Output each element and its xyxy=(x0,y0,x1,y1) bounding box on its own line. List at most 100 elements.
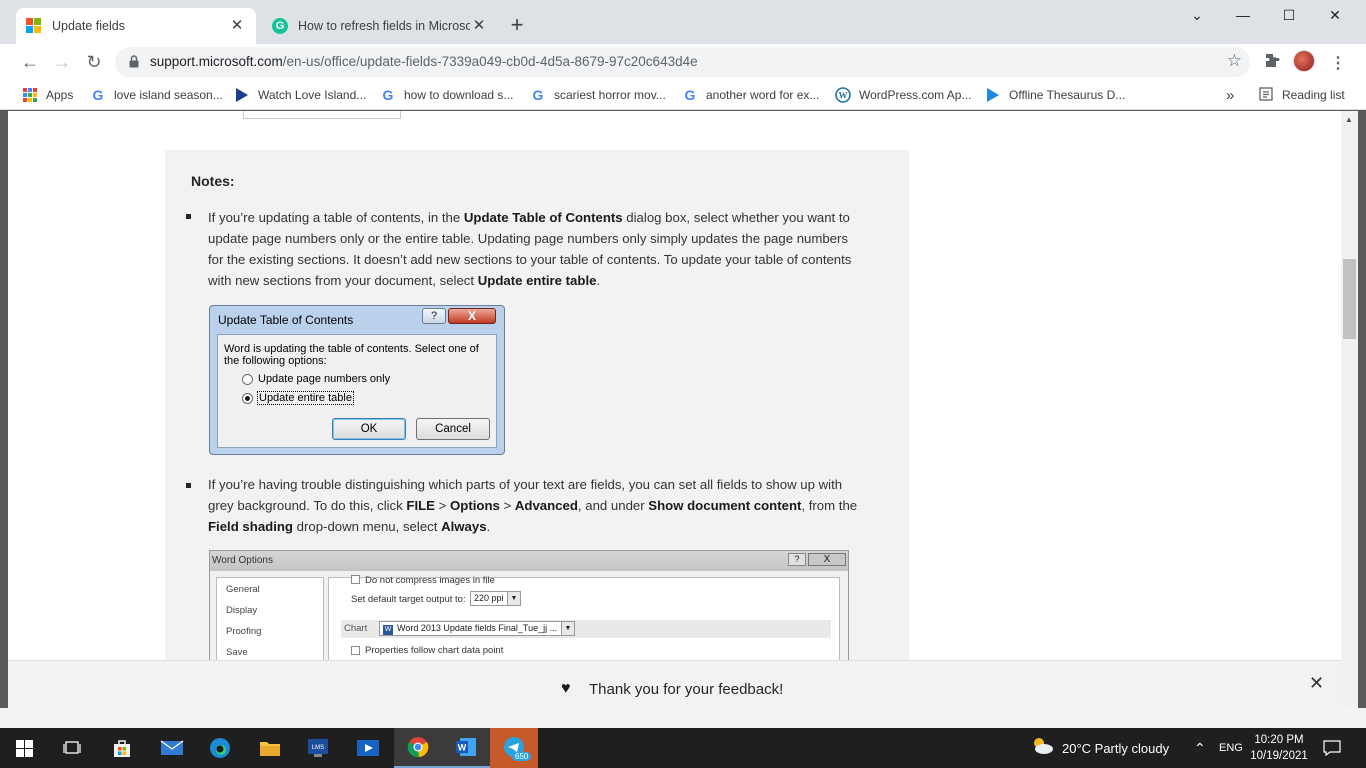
notification-icon[interactable] xyxy=(1323,728,1341,768)
weather-widget[interactable]: 20°C Partly cloudy xyxy=(1030,728,1169,768)
mail-icon[interactable] xyxy=(148,728,196,768)
svg-text:W: W xyxy=(458,743,467,753)
tab-close-icon[interactable]: ✕ xyxy=(470,17,488,35)
bullet-icon xyxy=(186,483,191,488)
word-options-sidebar: General Display Proofing Save xyxy=(216,577,324,660)
play-icon xyxy=(985,87,1001,103)
dialog-title: Update Table of Contents xyxy=(218,313,354,327)
google-icon: G xyxy=(382,87,394,103)
update-toc-dialog-image: Update Table of Contents ? X Word is upd… xyxy=(209,305,505,455)
bookmarks-bar: Apps G love island season... Watch Love … xyxy=(0,80,1366,110)
scroll-up-icon[interactable]: ▲ xyxy=(1345,115,1353,124)
word-options-title: Word Options xyxy=(210,551,848,571)
previous-image-edge xyxy=(243,111,401,119)
extensions-puzzle-icon[interactable] xyxy=(1264,53,1280,74)
profile-avatar[interactable] xyxy=(1293,50,1315,72)
word-doc-icon: W xyxy=(383,625,393,635)
svg-text:LMS: LMS xyxy=(312,745,324,751)
dialog-body: Word is updating the table of contents. … xyxy=(217,334,497,448)
google-icon: G xyxy=(92,87,104,103)
chart-label: Chart xyxy=(344,623,368,634)
word-options-main: Do not compress images in file Set defau… xyxy=(328,575,840,660)
weather-text: 20°C Partly cloudy xyxy=(1062,740,1170,756)
scrollbar-thumb[interactable] xyxy=(1343,259,1356,339)
lock-icon xyxy=(129,55,139,71)
sidebar-item-display: Display xyxy=(226,605,258,616)
language-indicator[interactable]: ENG xyxy=(1219,728,1243,768)
sidebar-item-proofing: Proofing xyxy=(226,626,262,637)
close-window-icon[interactable]: ✕ xyxy=(1312,0,1358,32)
checkbox xyxy=(351,646,360,655)
close-icon[interactable]: ✕ xyxy=(1309,673,1324,694)
tab-close-icon[interactable]: ✕ xyxy=(228,17,246,35)
bookmark-item[interactable]: W WordPress.com Ap... xyxy=(835,86,971,104)
tab-title: Update fields xyxy=(52,19,125,33)
url-text: support.microsoft.com/en-us/office/updat… xyxy=(150,54,698,69)
reading-list-button[interactable]: Reading list xyxy=(1258,86,1345,104)
store-icon[interactable] xyxy=(98,728,146,768)
google-icon: G xyxy=(684,87,696,103)
show-hidden-icons-chevron-icon[interactable]: ⌃ xyxy=(1194,728,1206,768)
dialog-message: Word is updating the table of contents. … xyxy=(224,343,479,367)
tab-search-icon[interactable]: ⌄ xyxy=(1174,0,1220,32)
radio-entire-table xyxy=(242,393,253,404)
start-windows-icon[interactable] xyxy=(0,728,48,768)
file-explorer-icon[interactable] xyxy=(246,728,294,768)
bookmark-item[interactable]: G scariest horror mov... xyxy=(530,86,666,104)
word-icon[interactable]: W xyxy=(442,728,490,768)
forward-icon[interactable]: → xyxy=(48,48,76,76)
bookmark-item[interactable]: G how to download s... xyxy=(380,86,514,104)
microsoft-logo-icon xyxy=(26,18,42,34)
bookmark-item[interactable]: Offline Thesaurus D... xyxy=(985,86,1125,104)
help-icon: ? xyxy=(422,308,446,324)
notes-panel: Notes: If you’re updating a table of con… xyxy=(165,150,909,660)
tab-refresh-fields[interactable]: G How to refresh fields in Microsoft Wor… xyxy=(262,8,498,44)
telegram-icon[interactable]: 650 xyxy=(490,728,538,768)
compress-images-label: Do not compress images in file xyxy=(365,575,495,586)
close-icon: X xyxy=(448,308,496,324)
bookmarks-overflow-button[interactable]: » xyxy=(1226,86,1234,104)
google-icon: G xyxy=(532,87,544,103)
back-icon[interactable]: ← xyxy=(16,48,44,76)
edge-icon[interactable] xyxy=(196,728,244,768)
minimize-icon[interactable]: — xyxy=(1220,0,1266,32)
bookmark-item[interactable]: G another word for ex... xyxy=(682,86,820,104)
bookmark-item[interactable]: Watch Love Island... xyxy=(234,86,366,104)
reload-icon[interactable]: ↻ xyxy=(80,48,108,76)
page-viewport: Notes: If you’re updating a table of con… xyxy=(8,111,1341,660)
media-player-icon[interactable] xyxy=(344,728,392,768)
bookmark-item[interactable]: G love island season... xyxy=(90,86,223,104)
target-output-label: Set default target output to: xyxy=(351,594,466,605)
bookmark-apps[interactable]: Apps xyxy=(22,86,73,104)
windows-taskbar: LMS W 650 20°C Partly cloudy ⌃ ENG 10:20… xyxy=(0,728,1366,768)
heart-icon: ♥ xyxy=(561,680,571,697)
bookmark-star-icon[interactable]: ☆ xyxy=(1227,51,1242,71)
feedback-message: Thank you for your feedback! xyxy=(589,681,784,698)
radio-page-numbers xyxy=(242,374,253,385)
page-scrollbar[interactable]: ▲ xyxy=(1341,111,1358,718)
grammarly-icon: G xyxy=(272,18,288,34)
tab-strip: Update fields ✕ G How to refresh fields … xyxy=(0,0,1366,44)
menu-kebab-icon[interactable]: ⋮ xyxy=(1330,53,1346,73)
target-output-select: 220 ppi ▼ xyxy=(470,591,521,606)
bullet-icon xyxy=(186,214,191,219)
chrome-icon[interactable] xyxy=(394,728,442,768)
cancel-button: Cancel xyxy=(416,418,490,440)
lms-app-icon[interactable]: LMS xyxy=(294,728,342,768)
properties-label: Properties follow chart data point xyxy=(365,645,504,656)
maximize-icon[interactable]: ☐ xyxy=(1266,0,1312,32)
close-icon: X xyxy=(808,553,846,566)
reading-list-icon xyxy=(1258,87,1274,103)
tab-update-fields[interactable]: Update fields ✕ xyxy=(16,8,256,44)
chart-select: W Word 2013 Update fields Final_Tue_jj ..… xyxy=(379,621,575,636)
address-bar[interactable]: support.microsoft.com/en-us/office/updat… xyxy=(115,47,1250,77)
ok-button: OK xyxy=(332,418,406,440)
task-view-icon[interactable] xyxy=(48,728,96,768)
help-icon: ? xyxy=(788,553,806,566)
clock[interactable]: 10:20 PM 10/19/2021 xyxy=(1249,732,1309,764)
telegram-badge: 650 xyxy=(512,752,532,761)
checkbox xyxy=(351,575,360,584)
wordpress-icon: W xyxy=(835,87,851,103)
new-tab-button[interactable]: + xyxy=(505,14,529,38)
radio-label: Update page numbers only xyxy=(258,373,391,385)
